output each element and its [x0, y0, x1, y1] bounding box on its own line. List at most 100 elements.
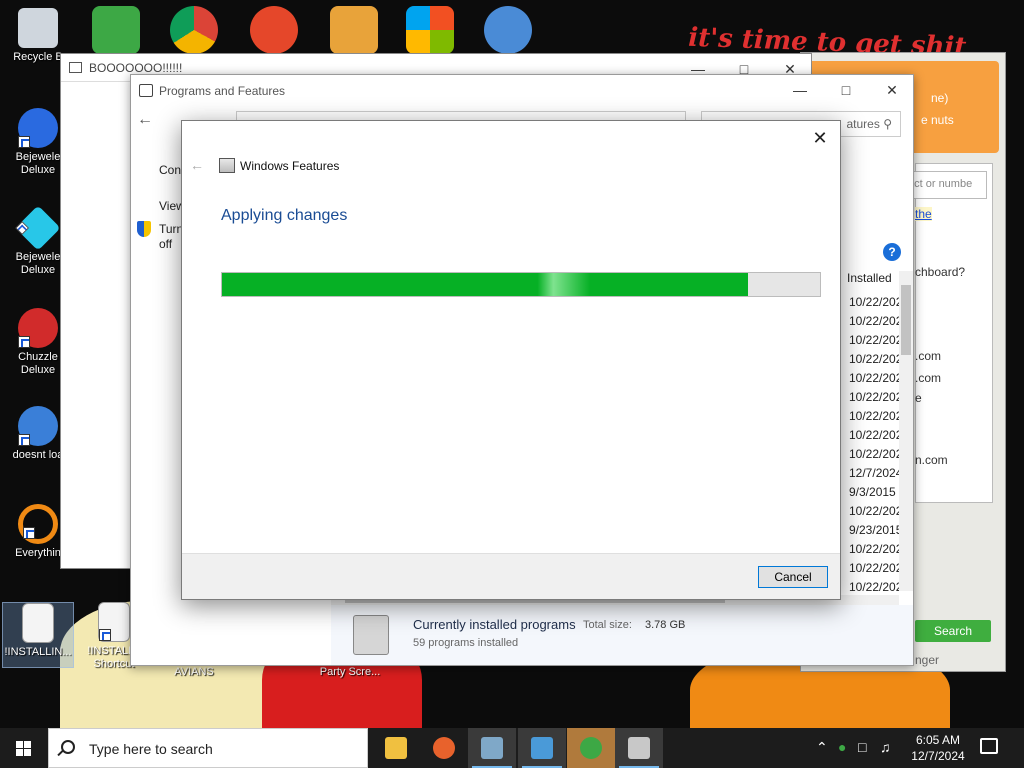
install-date-cell: 10/22/202 — [849, 352, 903, 366]
install-date-cell: 10/22/202 — [849, 333, 903, 347]
notification-icon[interactable] — [980, 738, 998, 754]
dialog-footer: Cancel — [182, 553, 840, 599]
side-link-control-panel[interactable]: Con — [159, 163, 181, 177]
contact-number-field[interactable]: act or numbe — [905, 171, 987, 199]
programs-count: 59 programs installed — [413, 637, 519, 649]
header-line-1: ne) — [931, 91, 949, 105]
taskbar-search-box[interactable]: Type here to search — [48, 728, 368, 768]
install-date-cell: 10/22/202 — [849, 409, 903, 423]
text-file-icon — [22, 603, 54, 643]
install-date-cell: 10/22/202 — [849, 428, 903, 442]
desktop-icon-label: Recycle B — [13, 51, 63, 63]
bejeweled-icon — [18, 108, 58, 148]
vertical-scrollbar[interactable] — [899, 271, 913, 591]
pinball-icon[interactable] — [250, 6, 298, 54]
shortcut-arrow-icon — [23, 527, 35, 539]
search-placeholder: atures — [846, 117, 880, 131]
taskbar-file-explorer[interactable] — [372, 728, 420, 768]
desktop-icon-installing[interactable]: !INSTALLIN... — [2, 602, 74, 668]
taskbar-windows-features[interactable] — [615, 728, 663, 768]
network-icon[interactable]: □ — [858, 739, 866, 755]
install-date-cell: 10/22/202 — [849, 504, 903, 518]
search-icon — [61, 740, 75, 754]
cancel-button[interactable]: Cancel — [758, 566, 828, 588]
windows-features-dialog: ✕ ← Windows Features Applying changes Ca… — [181, 120, 841, 600]
maximize-button[interactable]: □ — [823, 75, 869, 105]
install-date-cell: 10/22/202 — [849, 390, 903, 404]
dialog-heading: Applying changes — [221, 207, 348, 224]
scrollbar-thumb[interactable] — [901, 285, 911, 355]
dialog-title: Windows Features — [240, 159, 340, 173]
window-icon — [69, 62, 82, 73]
character-icon[interactable] — [484, 6, 532, 54]
install-date-cell: 9/23/2015 — [849, 523, 903, 537]
clock-date: 12/7/2024 — [911, 749, 965, 763]
desktop-icon-label: Party Scre... — [319, 666, 381, 678]
clock[interactable]: 6:05 AM 12/7/2024 — [902, 732, 974, 764]
help-link[interactable]: the — [915, 207, 932, 221]
shortcut-arrow-icon — [18, 136, 30, 148]
domain-text: .com — [915, 371, 942, 385]
desktop-icon-label: doesnt loa — [12, 449, 64, 461]
domain-text: .com — [915, 349, 942, 363]
app-icon — [481, 737, 503, 759]
shield-icon — [137, 221, 151, 237]
shortcut-arrow-icon — [99, 629, 111, 641]
chrome-icon[interactable] — [170, 6, 218, 54]
thunderbird-icon — [18, 406, 58, 446]
chuzzle-icon — [18, 308, 58, 348]
start-button[interactable] — [0, 728, 48, 768]
total-size-value: 3.78 GB — [645, 619, 686, 631]
window-title: BOOOOOOO!!!!!! — [89, 61, 183, 75]
side-link-turn-features[interactable]: Turn — [159, 222, 183, 236]
features-icon — [628, 737, 650, 759]
side-link-off[interactable]: off — [159, 237, 172, 251]
search-button[interactable]: Search — [915, 620, 991, 642]
desktop-icon-label: Bejewele Deluxe — [15, 151, 61, 176]
domain-text: n.com — [915, 453, 948, 467]
help-icon[interactable]: ? — [883, 243, 901, 261]
desktop-icon-label: Everythin — [15, 547, 61, 559]
app-icon — [531, 737, 553, 759]
chevron-up-icon[interactable]: ⌃ — [816, 739, 828, 756]
taskbar-app-1[interactable] — [468, 728, 516, 768]
file-explorer-icon — [385, 737, 407, 759]
progress-bar — [221, 272, 821, 297]
status-title: Currently installed programs — [413, 617, 576, 632]
column-header-installed[interactable]: Installed — [847, 271, 892, 285]
text-file-icon — [98, 602, 130, 642]
back-arrow-icon[interactable]: ← — [137, 111, 153, 129]
install-date-cell: 10/22/202 — [849, 447, 903, 461]
shortcut-arrow-icon — [18, 434, 30, 446]
desktop-icon-label: Chuzzle Deluxe — [18, 351, 58, 376]
firefox-icon — [433, 737, 455, 759]
taskbar-users[interactable] — [567, 728, 615, 768]
close-button[interactable]: ✕ — [808, 127, 832, 151]
windows-features-icon — [219, 158, 235, 173]
search-icon: ⚲ — [883, 117, 892, 131]
install-date-cell: 10/22/202 — [849, 561, 903, 575]
clock-time: 6:05 AM — [915, 733, 961, 747]
users-icon[interactable] — [92, 6, 140, 54]
title-bar[interactable]: Programs and Features — □ ✕ — [131, 75, 913, 107]
window-title: Programs and Features — [159, 84, 286, 98]
users-tray-icon[interactable]: ● — [838, 739, 846, 755]
question-text: chboard? — [915, 265, 966, 279]
minimize-button[interactable]: — — [777, 75, 823, 105]
bottom-text: nger — [915, 653, 940, 667]
install-date-column: 10/22/202 10/22/202 10/22/202 10/22/202 10/2… — [849, 293, 902, 597]
shortcut-arrow-icon — [18, 336, 30, 348]
progress-fill — [222, 273, 749, 296]
install-date-cell: 12/7/2024 — [849, 466, 903, 480]
windows-shield-icon[interactable] — [406, 6, 454, 54]
taskbar-app-2[interactable] — [518, 728, 566, 768]
game-shortcut-icon[interactable] — [330, 6, 378, 54]
volume-icon[interactable]: ♫ — [880, 739, 891, 755]
search-placeholder: Type here to search — [89, 741, 213, 757]
desktop-icon-label: AVIANS — [174, 666, 214, 678]
windows-logo-icon — [16, 741, 32, 756]
installer-icon — [353, 615, 389, 655]
taskbar-firefox[interactable] — [420, 728, 468, 768]
close-button[interactable]: ✕ — [869, 75, 915, 105]
shortcut-arrow-icon — [15, 221, 29, 235]
